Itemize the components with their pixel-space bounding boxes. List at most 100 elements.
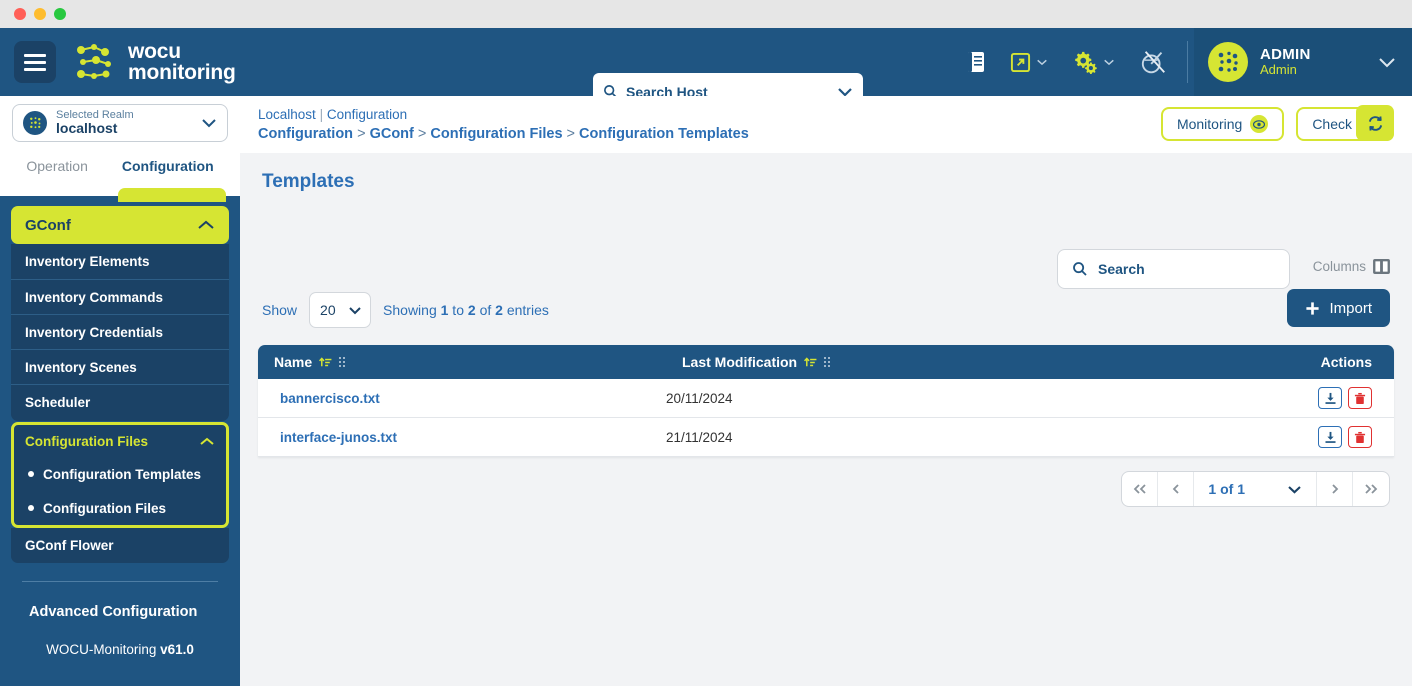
cell-name[interactable]: interface-junos.txt xyxy=(258,430,666,445)
page-select[interactable]: 1 of 1 xyxy=(1194,472,1317,506)
cell-last-modification: 20/11/2024 xyxy=(666,390,733,406)
chevron-left-icon[interactable] xyxy=(1158,472,1195,506)
sidebar-group-gconf[interactable]: GConf xyxy=(11,206,229,244)
page-content: Templates Search Columns Show 20 Showing… xyxy=(240,153,1412,507)
sidebar-item-inventory-elements[interactable]: Inventory Elements xyxy=(11,244,229,279)
table-row[interactable]: interface-junos.txt 21/11/2024 xyxy=(258,418,1394,457)
sidebar-item-configuration-files-label: Configuration Files xyxy=(43,500,166,516)
double-chevron-right-icon[interactable] xyxy=(1353,472,1389,506)
eye-icon xyxy=(1250,115,1269,133)
window-minimize-button[interactable] xyxy=(34,8,46,20)
sidebar-subgroup-header[interactable]: Configuration Files xyxy=(14,425,226,457)
gears-icon[interactable] xyxy=(1060,50,1127,74)
breadcrumb-separator: | xyxy=(319,106,324,122)
window-maximize-button[interactable] xyxy=(54,8,66,20)
column-header-last-modification[interactable]: Last Modification xyxy=(666,354,1234,370)
user-menu[interactable]: ADMIN Admin xyxy=(1194,28,1412,96)
brand-text: wocu monitoring xyxy=(128,39,236,84)
table-controls: Show 20 Showing 1 to 2 of 2 entries Impo… xyxy=(258,285,1394,335)
chevron-down-icon[interactable] xyxy=(837,87,853,97)
sidebar-item-configuration-files[interactable]: Configuration Files xyxy=(14,491,226,525)
realm-icon xyxy=(23,111,47,135)
refresh-button[interactable] xyxy=(1356,105,1394,141)
version-prefix: WOCU-Monitoring xyxy=(46,642,161,657)
wocu-logo-icon xyxy=(74,43,118,81)
brand-logo[interactable]: wocu monitoring xyxy=(74,39,236,84)
brand-line-2: monitoring xyxy=(128,61,236,84)
user-name-block: ADMIN Admin xyxy=(1260,46,1366,78)
sidebar-item-gconf-flower[interactable]: GConf Flower xyxy=(11,528,229,563)
chevron-up-icon[interactable] xyxy=(197,220,215,230)
tab-operation[interactable]: Operation xyxy=(26,158,87,196)
satellite-icon[interactable] xyxy=(1127,48,1181,76)
column-header-actions: Actions xyxy=(1234,354,1394,370)
page-size-select[interactable]: 20 xyxy=(309,292,372,328)
chevron-down-icon[interactable] xyxy=(201,118,217,128)
active-tab-indicator xyxy=(118,188,226,202)
sidebar-version: WOCU-Monitoring v61.0 xyxy=(11,620,229,657)
sidebar-advanced-configuration[interactable]: Advanced Configuration xyxy=(11,582,229,620)
search-input[interactable]: Search xyxy=(1057,249,1290,289)
breadcrumb-bar: Localhost | Configuration Configuration … xyxy=(240,96,1412,153)
sort-icon[interactable] xyxy=(804,356,817,369)
drag-grip-icon[interactable] xyxy=(339,357,346,367)
book-icon[interactable] xyxy=(954,51,998,73)
trash-icon[interactable] xyxy=(1348,426,1372,448)
breadcrumb-configuration[interactable]: Configuration xyxy=(327,107,407,122)
double-chevron-left-icon[interactable] xyxy=(1122,472,1159,506)
sidebar-item-scheduler[interactable]: Scheduler xyxy=(11,384,229,419)
drag-grip-icon[interactable] xyxy=(824,357,831,367)
breadcrumb-gt: > xyxy=(357,125,366,142)
showing-entries-text: Showing 1 to 2 of 2 entries xyxy=(383,302,549,318)
cell-actions xyxy=(1234,387,1394,409)
monitoring-button[interactable]: Monitoring xyxy=(1160,107,1285,141)
sidebar-item-inventory-commands[interactable]: Inventory Commands xyxy=(11,279,229,314)
search-placeholder: Search xyxy=(1098,261,1145,277)
column-header-last-modification-label: Last Modification xyxy=(682,354,798,370)
download-icon[interactable] xyxy=(1318,387,1342,409)
cell-name[interactable]: bannercisco.txt xyxy=(258,391,666,406)
hamburger-menu-icon[interactable] xyxy=(14,41,56,83)
trash-icon[interactable] xyxy=(1348,387,1372,409)
breadcrumb-localhost[interactable]: Localhost xyxy=(258,107,316,122)
import-button[interactable]: Import xyxy=(1287,289,1390,327)
chevron-up-icon[interactable] xyxy=(199,437,215,446)
sidebar-item-configuration-templates[interactable]: Configuration Templates xyxy=(14,457,226,491)
external-link-icon[interactable] xyxy=(998,52,1060,73)
sidebar-nav: GConf Inventory Elements Inventory Comma… xyxy=(0,196,240,686)
chevron-down-icon[interactable] xyxy=(1378,57,1396,68)
breadcrumb-part-configuration-templates[interactable]: Configuration Templates xyxy=(579,126,749,142)
sidebar-item-configuration-templates-label: Configuration Templates xyxy=(43,466,202,482)
sidebar-subgroup-configuration-files: Configuration Files Configuration Templa… xyxy=(11,422,229,528)
breadcrumb-gt: > xyxy=(566,125,576,142)
breadcrumb-part-configuration-files[interactable]: Configuration Files xyxy=(430,126,562,142)
realm-selector[interactable]: Selected Realm localhost xyxy=(12,104,228,142)
app-body: Selected Realm localhost Operation Confi… xyxy=(0,96,1412,686)
columns-toggle[interactable]: Columns xyxy=(1313,259,1390,274)
monitoring-button-label: Monitoring xyxy=(1176,116,1243,132)
chevron-down-icon xyxy=(348,306,362,315)
user-name: ADMIN xyxy=(1260,45,1311,63)
chevron-right-icon[interactable] xyxy=(1317,472,1353,506)
window-close-button[interactable] xyxy=(14,8,26,20)
header-icon-group: ADMIN Admin xyxy=(954,28,1412,96)
breadcrumb-part-gconf[interactable]: GConf xyxy=(370,126,414,142)
show-label: Show xyxy=(262,302,298,318)
import-button-label: Import xyxy=(1329,299,1372,317)
table-row[interactable]: bannercisco.txt 20/11/2024 xyxy=(258,379,1394,418)
download-icon[interactable] xyxy=(1318,426,1342,448)
window-titlebar xyxy=(0,0,1412,28)
chevron-down-icon[interactable] xyxy=(1287,485,1302,494)
user-avatar-icon xyxy=(1208,42,1248,82)
sidebar-item-inventory-scenes[interactable]: Inventory Scenes xyxy=(11,349,229,384)
sidebar-item-inventory-credentials[interactable]: Inventory Credentials xyxy=(11,314,229,349)
breadcrumb-part-configuration[interactable]: Configuration xyxy=(258,126,353,142)
sort-icon[interactable] xyxy=(319,356,332,369)
page-indicator: 1 of 1 xyxy=(1208,481,1245,497)
sidebar-group-gconf-label: GConf xyxy=(25,216,71,234)
column-header-name[interactable]: Name xyxy=(258,354,666,370)
brand-line-1: wocu xyxy=(128,39,181,63)
breadcrumb-gt: > xyxy=(417,125,427,142)
breadcrumb-line-2: Configuration > GConf > Configuration Fi… xyxy=(258,126,1161,142)
table-header-row: Name Last Modification Actions xyxy=(258,345,1394,379)
